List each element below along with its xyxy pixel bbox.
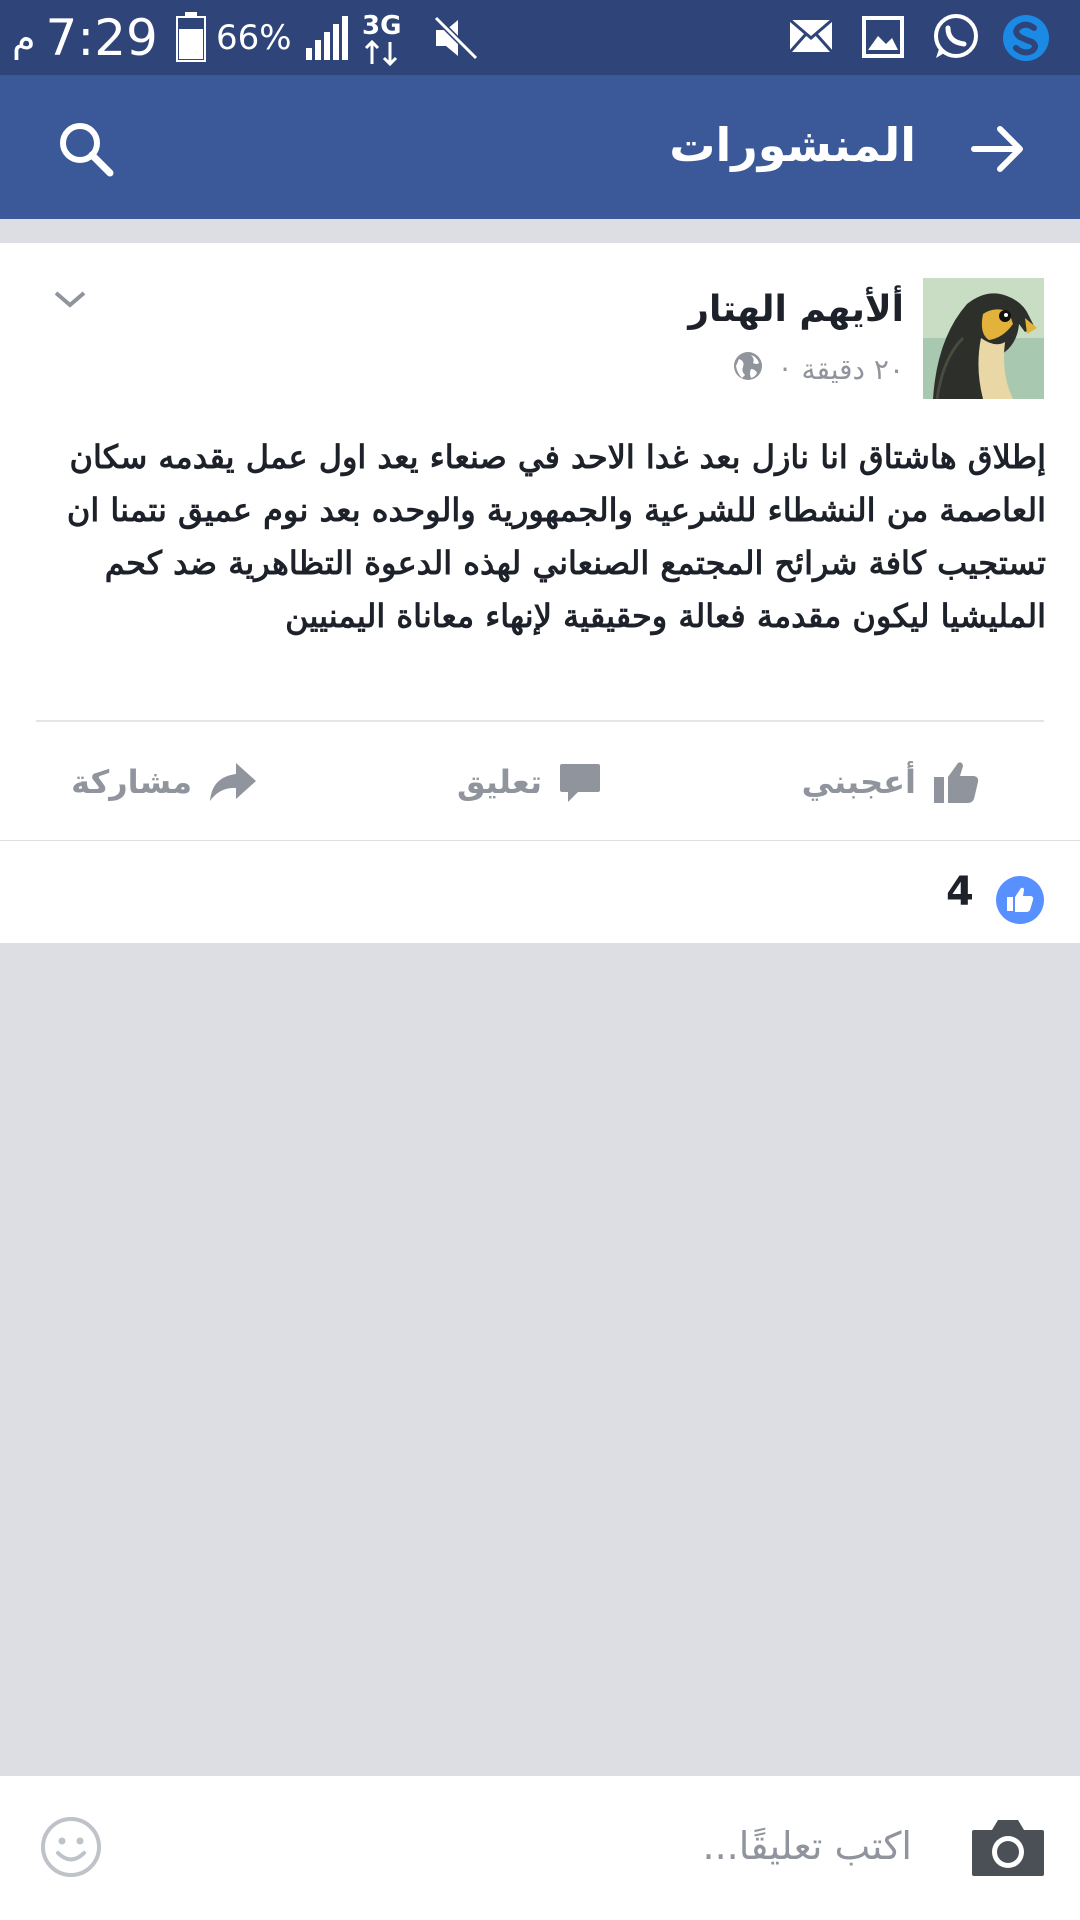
divider xyxy=(36,720,1044,722)
app-bar: المنشورات xyxy=(0,75,1080,219)
whatsapp-icon xyxy=(930,12,980,66)
thumbs-up-icon xyxy=(932,759,980,805)
search-icon[interactable] xyxy=(54,117,118,181)
network-3g-icon: 3G xyxy=(360,8,406,72)
like-count: 4 xyxy=(946,869,974,915)
post-text: إطلاق هاشتاق انا نازل بعد غدا الاحد في ص… xyxy=(66,438,1046,635)
status-clock: 7:29 xyxy=(45,9,158,67)
status-time: م 7:29 xyxy=(12,8,158,68)
like-button[interactable]: أعجبني xyxy=(802,723,980,840)
post-card: ألأيهم الهتار ٢٠ دقيقة · إطلاق هاشتاق ان… xyxy=(0,243,1080,840)
avatar[interactable] xyxy=(923,278,1044,399)
skype-icon xyxy=(1000,12,1052,68)
globe-icon xyxy=(733,351,763,388)
battery-icon xyxy=(176,12,206,66)
reactions-bar[interactable]: 4 xyxy=(0,841,1080,943)
status-bar: م 7:29 66% 3G xyxy=(0,0,1080,75)
like-label: أعجبني xyxy=(801,762,916,801)
like-reaction-icon xyxy=(995,875,1045,929)
share-icon xyxy=(208,761,258,803)
author-name[interactable]: ألأيهم الهتار xyxy=(688,289,904,330)
arrow-right-icon[interactable] xyxy=(966,117,1030,181)
post-meta: ٢٠ دقيقة · xyxy=(733,349,904,389)
camera-icon[interactable] xyxy=(970,1816,1046,1882)
network-label: 3G xyxy=(362,11,401,41)
page-title: المنشورات xyxy=(669,118,916,172)
share-label: مشاركة xyxy=(71,762,192,801)
mail-icon xyxy=(788,18,834,58)
comment-label: تعليق xyxy=(456,762,542,801)
post-timestamp[interactable]: ٢٠ دقيقة xyxy=(802,353,904,386)
comment-input[interactable] xyxy=(314,1816,914,1876)
battery-percent: 66% xyxy=(216,18,292,58)
comment-composer xyxy=(0,1776,1080,1920)
mute-icon xyxy=(432,14,480,66)
action-bar: أعجبني تعليق مشاركة xyxy=(0,723,1080,840)
chevron-down-icon[interactable] xyxy=(50,285,90,315)
signal-icon xyxy=(304,14,354,66)
emoji-icon[interactable] xyxy=(40,1816,102,1882)
gallery-icon xyxy=(862,16,904,62)
meta-separator: · xyxy=(780,352,790,386)
status-ampm: م xyxy=(12,16,36,60)
comment-icon xyxy=(558,760,602,804)
comment-button[interactable]: تعليق xyxy=(457,723,602,840)
share-button[interactable]: مشاركة xyxy=(71,723,258,840)
